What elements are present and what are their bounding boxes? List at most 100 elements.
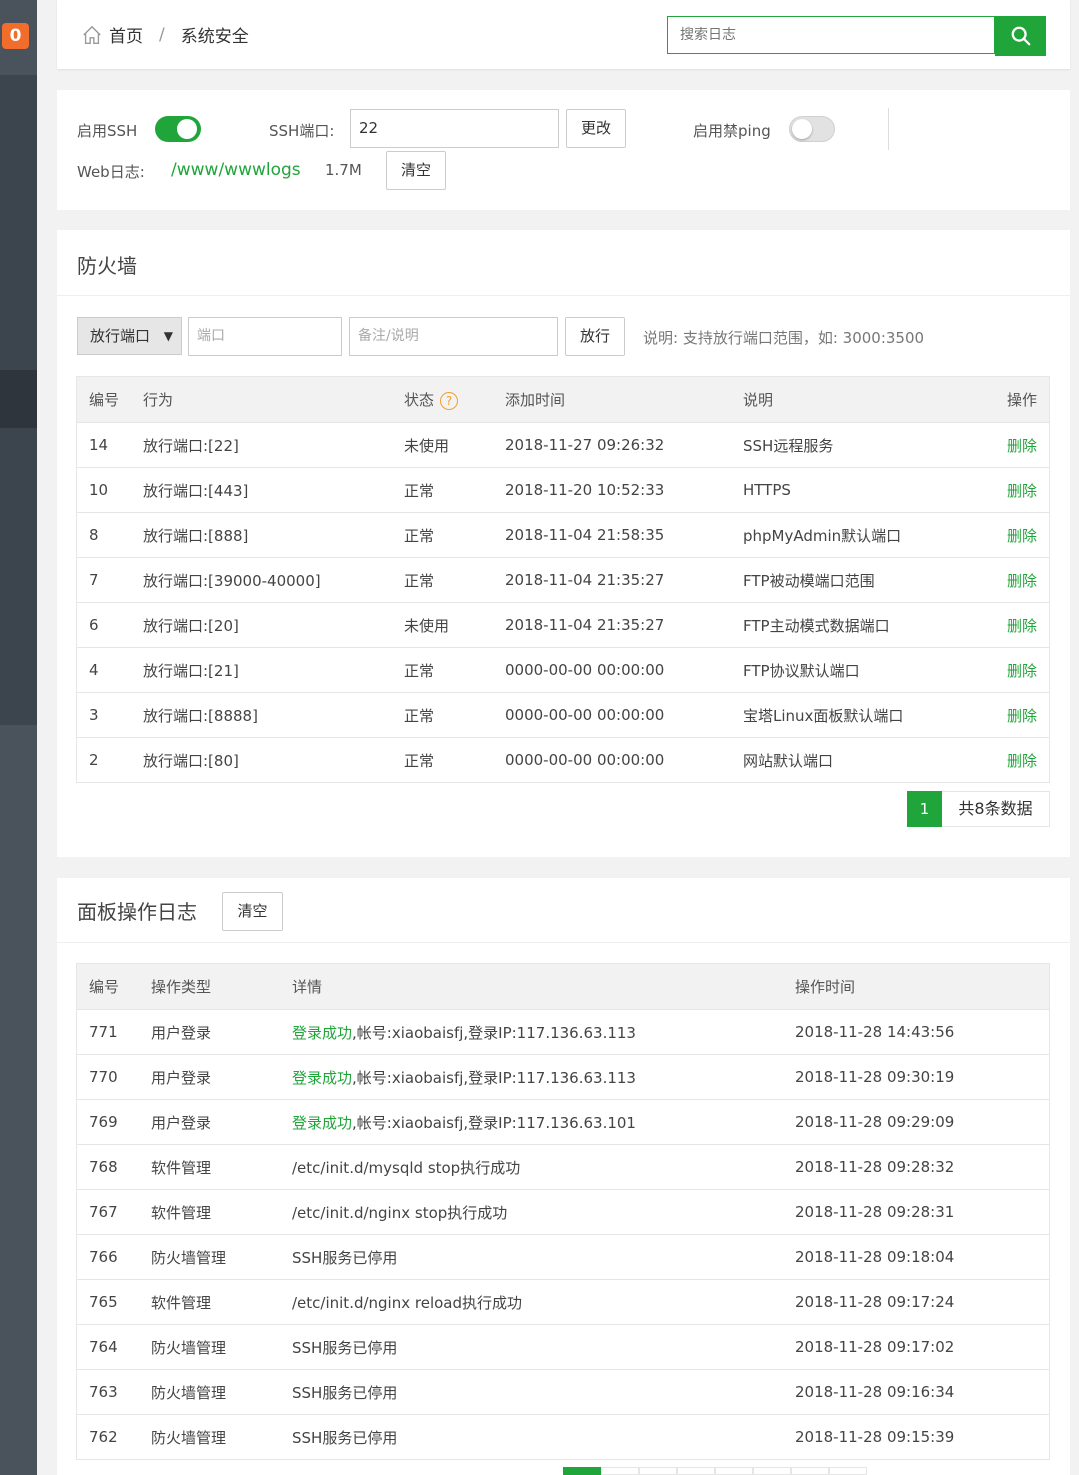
log-type: 防火墙管理 <box>151 1369 292 1415</box>
log-id: 767 <box>76 1189 151 1235</box>
log-id: 769 <box>76 1099 151 1145</box>
log-detail: /etc/init.d/nginx stop执行成功 <box>292 1189 795 1235</box>
rule-id: 4 <box>76 647 143 693</box>
sidebar-section[interactable] <box>0 725 37 1475</box>
ssh-port-label: SSH端口: <box>269 122 335 140</box>
rule-status: 未使用 <box>404 422 505 468</box>
search-button[interactable] <box>995 16 1046 56</box>
log-detail-text: ,帐号:xiaobaisfj,登录IP:117.136.63.113 <box>352 1068 636 1087</box>
table-row: 10 放行端口:[443] 正常 2018-11-20 10:52:33 HTTPS 删除 <box>76 467 1050 513</box>
page-button[interactable] <box>791 1467 829 1475</box>
rule-action: 放行端口:[39000-40000] <box>143 557 404 603</box>
help-icon[interactable]: ? <box>440 391 459 410</box>
table-row: 767 软件管理/etc/init.d/nginx stop执行成功 2018-11… <box>76 1189 1050 1235</box>
log-detail-text: SSH服务已停用 <box>292 1383 398 1402</box>
rule-desc: 网站默认端口 <box>743 737 977 783</box>
divider <box>888 108 889 150</box>
col-header: 操作 <box>977 376 1050 423</box>
log-rows: 771 用户登录 登录成功,帐号:xiaobaisfj,登录IP:117.136.6… <box>76 1009 1050 1460</box>
page-button[interactable] <box>601 1467 639 1475</box>
col-header: 操作类型 <box>151 963 292 1010</box>
delete-rule-link[interactable]: 删除 <box>977 512 1050 558</box>
rule-action: 放行端口:[888] <box>143 512 404 558</box>
delete-rule-link[interactable]: 删除 <box>977 467 1050 513</box>
table-row: 768 软件管理/etc/init.d/mysqld stop执行成功 2018-1… <box>76 1144 1050 1190</box>
change-port-button[interactable]: 更改 <box>566 109 626 148</box>
port-input[interactable]: 端口 <box>188 317 342 356</box>
log-id: 771 <box>76 1009 151 1055</box>
log-type: 防火墙管理 <box>151 1324 292 1370</box>
delete-rule-link[interactable]: 删除 <box>977 422 1050 468</box>
ssh-toggle[interactable] <box>155 116 201 142</box>
table-row: 7 放行端口:[39000-40000] 正常 2018-11-04 21:35:27… <box>76 557 1050 603</box>
log-detail-highlight: 登录成功 <box>292 1113 353 1132</box>
sidebar-item-active[interactable] <box>0 370 37 428</box>
table-row: 771 用户登录 登录成功,帐号:xiaobaisfj,登录IP:117.136.6… <box>76 1009 1050 1055</box>
rule-id: 2 <box>76 737 143 783</box>
ping-label: 启用禁ping <box>693 122 771 140</box>
rule-type-select[interactable]: 放行端口 ▼ <box>77 317 182 355</box>
weblog-path-link[interactable]: /www/wwwlogs <box>171 160 301 180</box>
log-detail-text: /etc/init.d/nginx reload执行成功 <box>292 1293 523 1312</box>
firewall-rows: 14 放行端口:[22] 未使用 2018-11-27 09:26:32 SSH远程服务… <box>76 422 1050 783</box>
delete-rule-link[interactable]: 删除 <box>977 737 1050 783</box>
log-detail: SSH服务已停用 <box>292 1414 795 1460</box>
settings-panel: 启用SSH SSH端口: 22 更改 启用禁ping Web日志: /www/w… <box>57 90 1070 210</box>
page-button[interactable] <box>563 1467 601 1475</box>
table-row: 762 防火墙管理 SSH服务已停用 2018-11-28 09:15:39 <box>76 1414 1050 1460</box>
delete-rule-link[interactable]: 删除 <box>977 692 1050 738</box>
delete-rule-link[interactable]: 删除 <box>977 557 1050 603</box>
ping-toggle[interactable] <box>789 116 835 142</box>
rule-desc: 宝塔Linux面板默认端口 <box>743 692 977 738</box>
log-detail-highlight: 登录成功 <box>292 1068 353 1087</box>
log-time: 2018-11-28 14:43:56 <box>795 1009 1050 1055</box>
firewall-title: 防火墙 <box>77 254 137 278</box>
log-id: 765 <box>76 1279 151 1325</box>
table-row: 2 放行端口:[80] 正常 0000-00-00 00:00:00 网站默认端口 删除 <box>76 737 1050 783</box>
rule-id: 7 <box>76 557 143 603</box>
rule-time: 0000-00-00 00:00:00 <box>505 737 743 783</box>
rule-time: 0000-00-00 00:00:00 <box>505 692 743 738</box>
col-header: 编号 <box>76 963 151 1010</box>
page-button[interactable] <box>753 1467 791 1475</box>
table-row: 14 放行端口:[22] 未使用 2018-11-27 09:26:32 SSH远程服务… <box>76 422 1050 468</box>
log-detail-text: SSH服务已停用 <box>292 1338 398 1357</box>
log-id: 770 <box>76 1054 151 1100</box>
table-row: 769 用户登录 登录成功,帐号:xiaobaisfj,登录IP:117.136.6… <box>76 1099 1050 1145</box>
rule-time: 2018-11-04 21:35:27 <box>505 602 743 648</box>
log-type: 软件管理 <box>151 1144 292 1190</box>
remark-input[interactable]: 备注/说明 <box>349 317 558 356</box>
log-detail-text: ,帐号:xiaobaisfj,登录IP:117.136.63.101 <box>352 1113 636 1132</box>
clear-log-button[interactable]: 清空 <box>222 892 283 931</box>
page-button[interactable] <box>639 1467 677 1475</box>
log-time: 2018-11-28 09:15:39 <box>795 1414 1050 1460</box>
col-header-label: 状态 <box>404 391 435 409</box>
allow-port-button[interactable]: 放行 <box>565 317 625 356</box>
table-row: 764 防火墙管理 SSH服务已停用 2018-11-28 09:17:02 <box>76 1324 1050 1370</box>
page-button[interactable] <box>677 1467 715 1475</box>
log-time: 2018-11-28 09:29:09 <box>795 1099 1050 1145</box>
home-icon[interactable] <box>81 24 103 46</box>
search-input[interactable] <box>667 16 995 54</box>
rule-status: 正常 <box>404 512 505 558</box>
firewall-table: 编号 行为 状态? 添加时间 说明 操作 14 放行端口:[22] 未使用 2018-… <box>76 376 1050 783</box>
page-button[interactable] <box>829 1467 867 1475</box>
log-time: 2018-11-28 09:16:34 <box>795 1369 1050 1415</box>
breadcrumb-separator: / <box>159 24 165 45</box>
delete-rule-link[interactable]: 删除 <box>977 602 1050 648</box>
rule-id: 3 <box>76 692 143 738</box>
rule-id: 8 <box>76 512 143 558</box>
notification-badge[interactable]: 0 <box>2 23 29 49</box>
table-row: 765 软件管理/etc/init.d/nginx reload执行成功 2018-… <box>76 1279 1050 1325</box>
table-row: 770 用户登录 登录成功,帐号:xiaobaisfj,登录IP:117.136.6… <box>76 1054 1050 1100</box>
clear-weblog-button[interactable]: 清空 <box>386 151 446 190</box>
col-header: 操作时间 <box>795 963 1050 1010</box>
log-detail-text: /etc/init.d/mysqld stop执行成功 <box>292 1158 521 1177</box>
page-current[interactable]: 1 <box>907 791 942 827</box>
page-button[interactable] <box>715 1467 753 1475</box>
delete-rule-link[interactable]: 删除 <box>977 647 1050 693</box>
breadcrumb-home[interactable]: 首页 <box>109 22 143 47</box>
rule-type-value: 放行端口 <box>90 327 151 345</box>
ssh-port-input[interactable]: 22 <box>350 109 559 148</box>
log-title: 面板操作日志 <box>77 900 197 924</box>
